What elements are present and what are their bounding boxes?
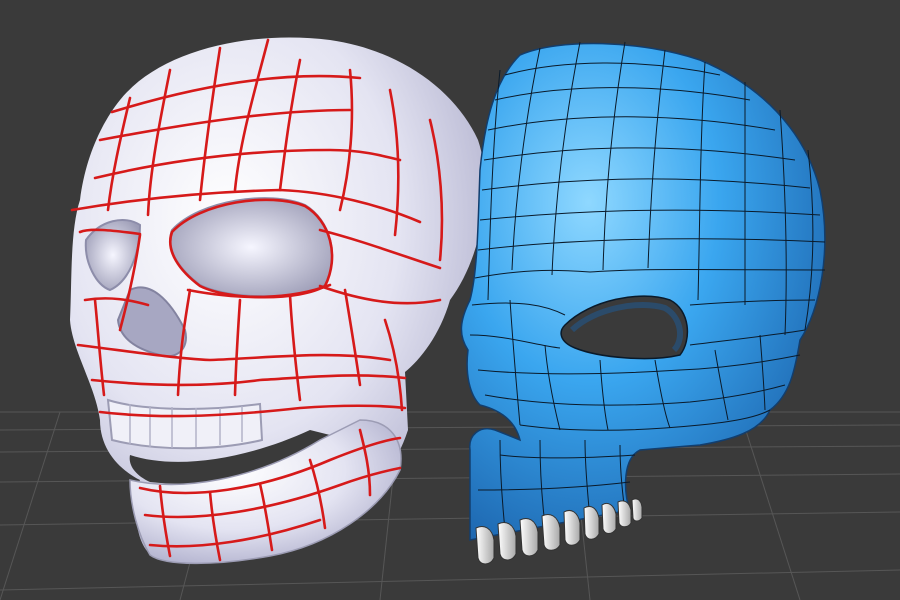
sculpted-skull[interactable]: [70, 37, 486, 565]
mesh-skull-shape: [460, 42, 826, 541]
retopo-skull-mesh[interactable]: [460, 41, 826, 565]
viewport-canvas[interactable]: [0, 0, 900, 600]
3d-viewport[interactable]: [0, 0, 900, 600]
